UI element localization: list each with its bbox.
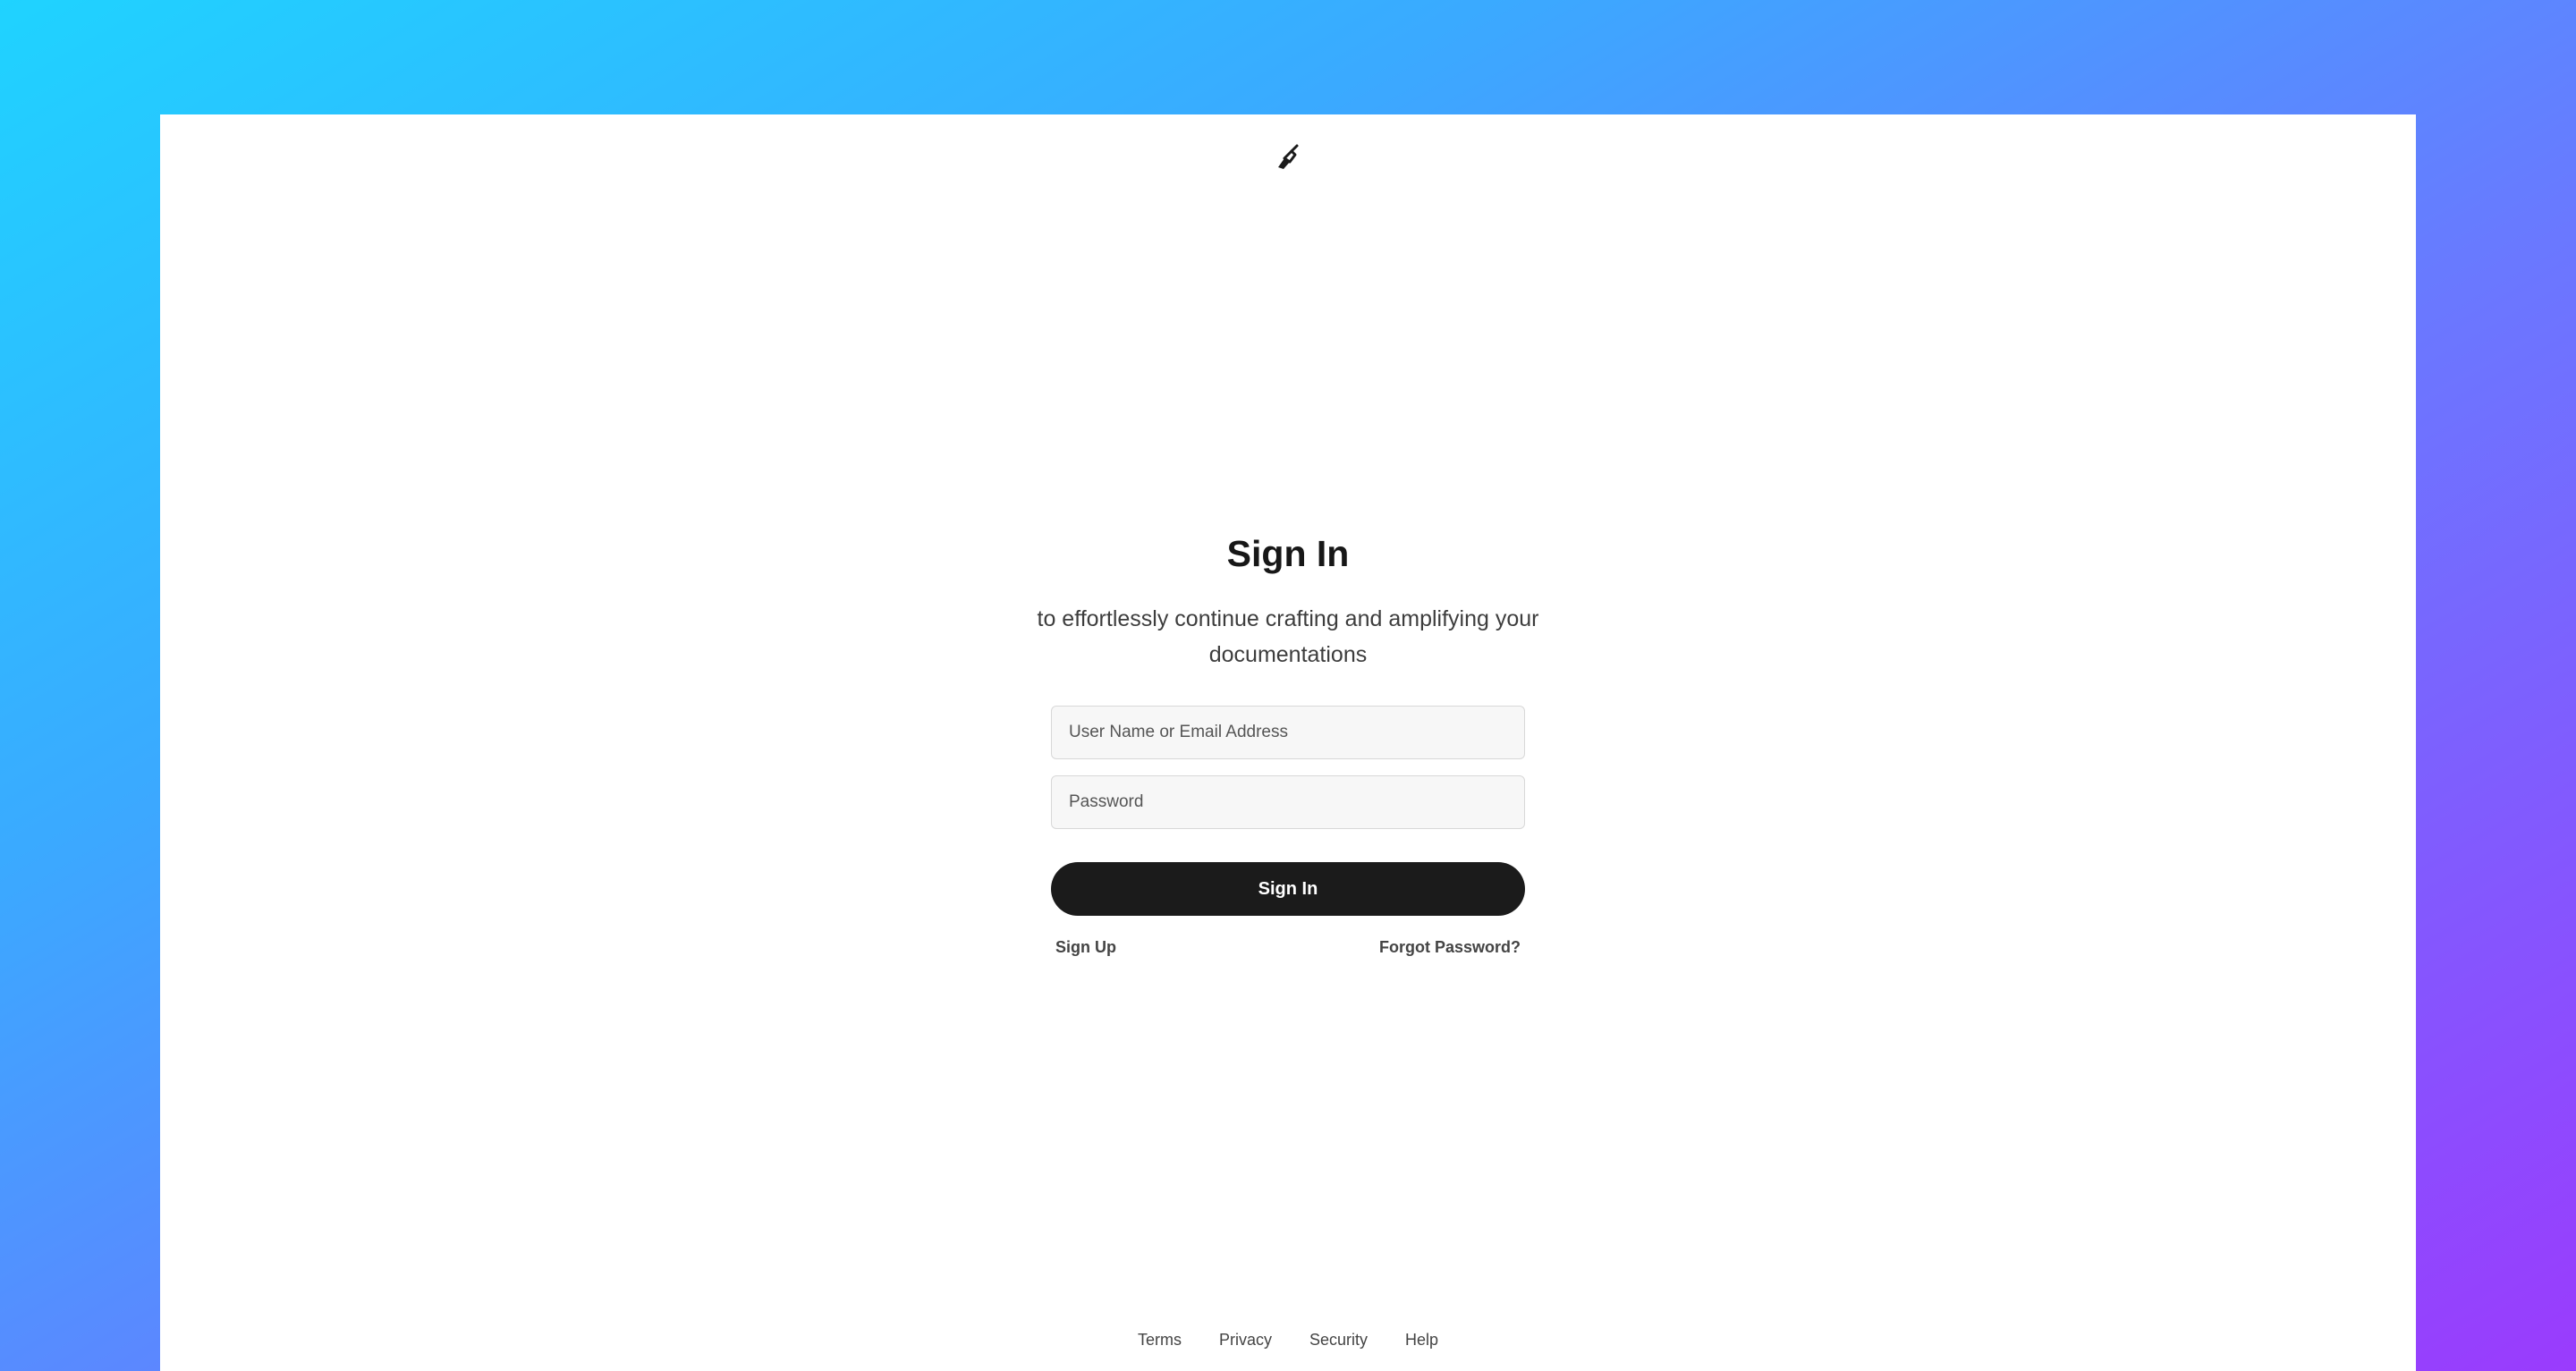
footer-privacy-link[interactable]: Privacy — [1219, 1331, 1272, 1350]
sign-up-link[interactable]: Sign Up — [1055, 938, 1116, 957]
footer-links: Terms Privacy Security Help — [0, 1331, 2576, 1350]
page-subtitle: to effortlessly continue crafting and am… — [1037, 606, 1539, 667]
page-title: Sign In — [1226, 533, 1350, 574]
footer-help-link[interactable]: Help — [1405, 1331, 1438, 1350]
sign-in-button[interactable]: Sign In — [1051, 862, 1525, 916]
password-input[interactable] — [1051, 775, 1525, 829]
footer-security-link[interactable]: Security — [1309, 1331, 1368, 1350]
brand-logo[interactable] — [1263, 141, 1313, 173]
username-email-input[interactable] — [1051, 706, 1525, 759]
footer-terms-link[interactable]: Terms — [1138, 1331, 1182, 1350]
pen-nib-icon — [1278, 144, 1299, 169]
forgot-password-link[interactable]: Forgot Password? — [1379, 938, 1521, 957]
